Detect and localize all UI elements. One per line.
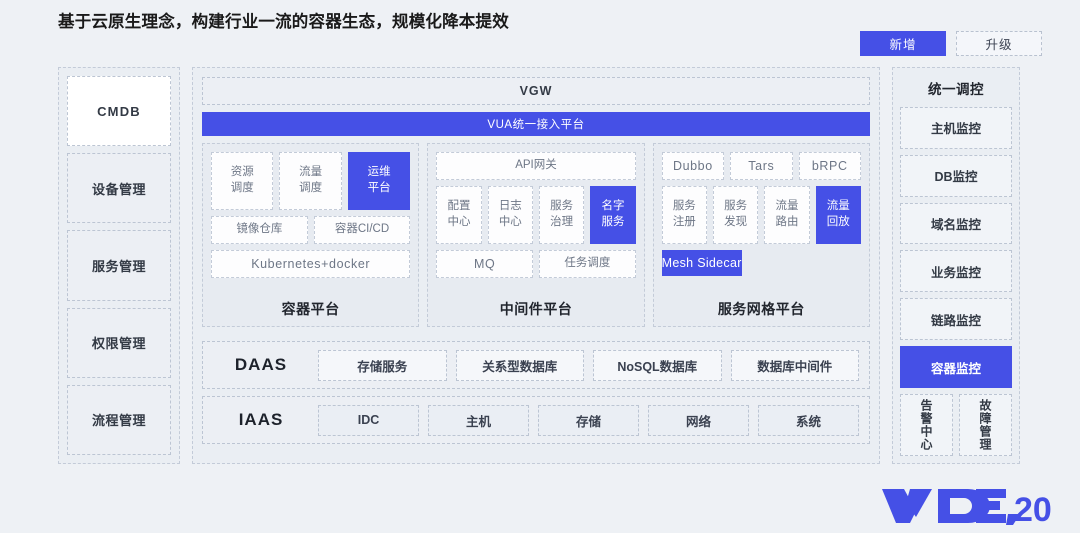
page-title: 基于云原生理念，构建行业一流的容器生态，规模化降本提效 bbox=[58, 13, 509, 31]
slide-root: 基于云原生理念，构建行业一流的容器生态，规模化降本提效 新增 升级 CMDB 设备… bbox=[0, 0, 1080, 533]
monitor-item-5[interactable]: 链路监控 bbox=[900, 298, 1012, 341]
layer-label: DAAS bbox=[234, 355, 288, 374]
platform-row: Kubernetes+docker bbox=[211, 250, 411, 278]
sidebar-item-5[interactable]: 流程管理 bbox=[67, 384, 171, 456]
vdc-logo: 2022 bbox=[880, 483, 1052, 525]
platform-3: Dubbo Tars bRPC 服务 注册 服务 发现 流量 路由 流量 回放 Mesh Sideca… bbox=[652, 143, 870, 327]
platform-group: 资源 调度 流量 调度 运维 平台镜像仓库 容器CI/CD Kubernetes+docker… bbox=[202, 143, 870, 327]
platform-row: API网关 bbox=[436, 152, 636, 180]
architecture-board: CMDB 设备管理 服务管理 权限管理 流程管理 VGW VUA统一接入平台 资源 调度流… bbox=[58, 67, 1020, 464]
legend: 新增 升级 bbox=[860, 31, 1042, 56]
platform-row: MQ 任务调度 bbox=[436, 250, 636, 278]
platform-row: 资源 调度 流量 调度 运维 平台 bbox=[211, 152, 411, 210]
platform-row: Mesh Sidecar bbox=[661, 250, 861, 276]
platform-cell[interactable]: Tars bbox=[730, 152, 793, 180]
layer-item[interactable]: 网络 bbox=[648, 404, 749, 436]
left-sidebar: CMDB 设备管理 服务管理 权限管理 流程管理 bbox=[58, 67, 180, 464]
platform-cell[interactable]: Dubbo bbox=[661, 152, 725, 180]
platform-cell[interactable]: 容器CI/CD bbox=[313, 216, 411, 244]
platform-cell[interactable]: 流量 调度 bbox=[279, 152, 342, 210]
platform-cell[interactable]: 流量 路由 bbox=[764, 186, 810, 244]
layer-item[interactable]: 存储 bbox=[538, 404, 639, 436]
right-sidebar-panel: 统一调控主机监控 DB监控域名监控业务监控链路监控容器监控告警中心 故障管理 bbox=[892, 67, 1020, 464]
platform-cell[interactable]: 服务 注册 bbox=[661, 186, 707, 244]
monitor-pair-item-1[interactable]: 告警中心 bbox=[900, 393, 953, 456]
main-panel: VGW VUA统一接入平台 资源 调度 流量 调度 运维 平台镜像仓库 容器CI/CD Kub… bbox=[192, 67, 880, 464]
layer-item[interactable]: 存储服务 bbox=[318, 349, 447, 381]
sidebar-item-2[interactable]: 设备管理 bbox=[67, 153, 171, 224]
platform-cell[interactable]: 资源 调度 bbox=[211, 152, 274, 210]
platform-cell[interactable]: Kubernetes+docker bbox=[211, 250, 411, 278]
monitor-pair-item-2[interactable]: 故障管理 bbox=[959, 393, 1012, 456]
monitor-pair: 告警中心 故障管理 bbox=[900, 393, 1012, 456]
platform-cell[interactable]: MQ bbox=[436, 250, 533, 278]
legend-upgrade-chip[interactable]: 升级 bbox=[956, 31, 1042, 56]
sidebar-item-4[interactable]: 权限管理 bbox=[67, 307, 171, 378]
layer-item[interactable]: 数据库中间件 bbox=[730, 349, 859, 381]
platform-row: 镜像仓库 容器CI/CD bbox=[211, 216, 411, 244]
platform-caption: 容器平台 bbox=[281, 301, 340, 317]
platform-cell[interactable]: 流量 回放 bbox=[815, 186, 861, 244]
platform-cell[interactable]: 配置 中心 bbox=[436, 186, 482, 244]
platform-row: 服务 注册 服务 发现 流量 路由 流量 回放 bbox=[661, 186, 861, 244]
platform-cell[interactable]: 日志 中心 bbox=[487, 186, 533, 244]
platform-caption: 服务网格平台 bbox=[717, 301, 805, 317]
vua-bar: VUA统一接入平台 bbox=[202, 112, 870, 136]
monitor-item-2[interactable]: DB监控 bbox=[900, 154, 1012, 197]
platform-caption: 中间件平台 bbox=[499, 301, 573, 317]
svg-text:2022: 2022 bbox=[1014, 491, 1052, 525]
right-sidebar-title: 统一调控 bbox=[928, 82, 984, 97]
platform-cell[interactable]: 任务调度 bbox=[539, 250, 636, 278]
layer-item[interactable]: 系统 bbox=[758, 404, 859, 436]
right-sidebar: 统一调控主机监控 DB监控域名监控业务监控链路监控容器监控告警中心 故障管理 bbox=[892, 67, 1020, 464]
layer-daas: DAAS 存储服务 关系型数据库 NoSQL数据库 数据库中间件 bbox=[202, 341, 870, 389]
platform-cell[interactable]: 名字 服务 bbox=[590, 186, 636, 244]
monitor-item-3[interactable]: 域名监控 bbox=[900, 202, 1012, 245]
main-column: VGW VUA统一接入平台 资源 调度 流量 调度 运维 平台镜像仓库 容器CI/CD Kub… bbox=[192, 67, 880, 464]
platform-row: Dubbo Tars bRPC bbox=[661, 152, 861, 180]
layer-iaas: IAAS IDC 主机 存储 网络 系统 bbox=[202, 396, 870, 444]
layer-label: IAAS bbox=[238, 410, 284, 429]
layer-item[interactable]: IDC bbox=[318, 404, 419, 436]
sidebar-item-1[interactable]: CMDB bbox=[67, 76, 171, 147]
monitor-item-4[interactable]: 业务监控 bbox=[900, 250, 1012, 293]
platform-1: 资源 调度 流量 调度 运维 平台镜像仓库 容器CI/CD Kubernetes+docker… bbox=[202, 143, 420, 327]
layer-item[interactable]: NoSQL数据库 bbox=[593, 349, 722, 381]
vgw-bar: VGW bbox=[202, 77, 870, 105]
layer-group: DAAS 存储服务 关系型数据库 NoSQL数据库 数据库中间件 IAAS IDC 主机 存储网… bbox=[202, 334, 870, 444]
platform-2: API网关配置 中心 日志 中心 服务 治理 名字 服务 MQ 任务调度中间件平台 bbox=[427, 143, 645, 327]
platform-row: 配置 中心 日志 中心 服务 治理 名字 服务 bbox=[436, 186, 636, 244]
left-sidebar-panel: CMDB 设备管理 服务管理 权限管理 流程管理 bbox=[58, 67, 180, 464]
layer-item[interactable]: 主机 bbox=[428, 404, 529, 436]
platform-cell[interactable]: 服务 治理 bbox=[538, 186, 585, 244]
monitor-item-1[interactable]: 主机监控 bbox=[900, 107, 1012, 149]
platform-cell[interactable]: bRPC bbox=[798, 152, 861, 180]
platform-cell[interactable]: 镜像仓库 bbox=[211, 216, 308, 244]
sidebar-item-3[interactable]: 服务管理 bbox=[67, 230, 171, 301]
platform-cell[interactable]: 服务 发现 bbox=[712, 186, 759, 244]
platform-cell[interactable]: Mesh Sidecar bbox=[661, 250, 742, 276]
platform-cell[interactable]: 运维 平台 bbox=[347, 152, 411, 210]
platform-cell[interactable]: API网关 bbox=[436, 152, 636, 180]
legend-new-chip[interactable]: 新增 bbox=[860, 31, 946, 56]
layer-item[interactable]: 关系型数据库 bbox=[455, 349, 584, 381]
monitor-item-6[interactable]: 容器监控 bbox=[900, 346, 1012, 388]
